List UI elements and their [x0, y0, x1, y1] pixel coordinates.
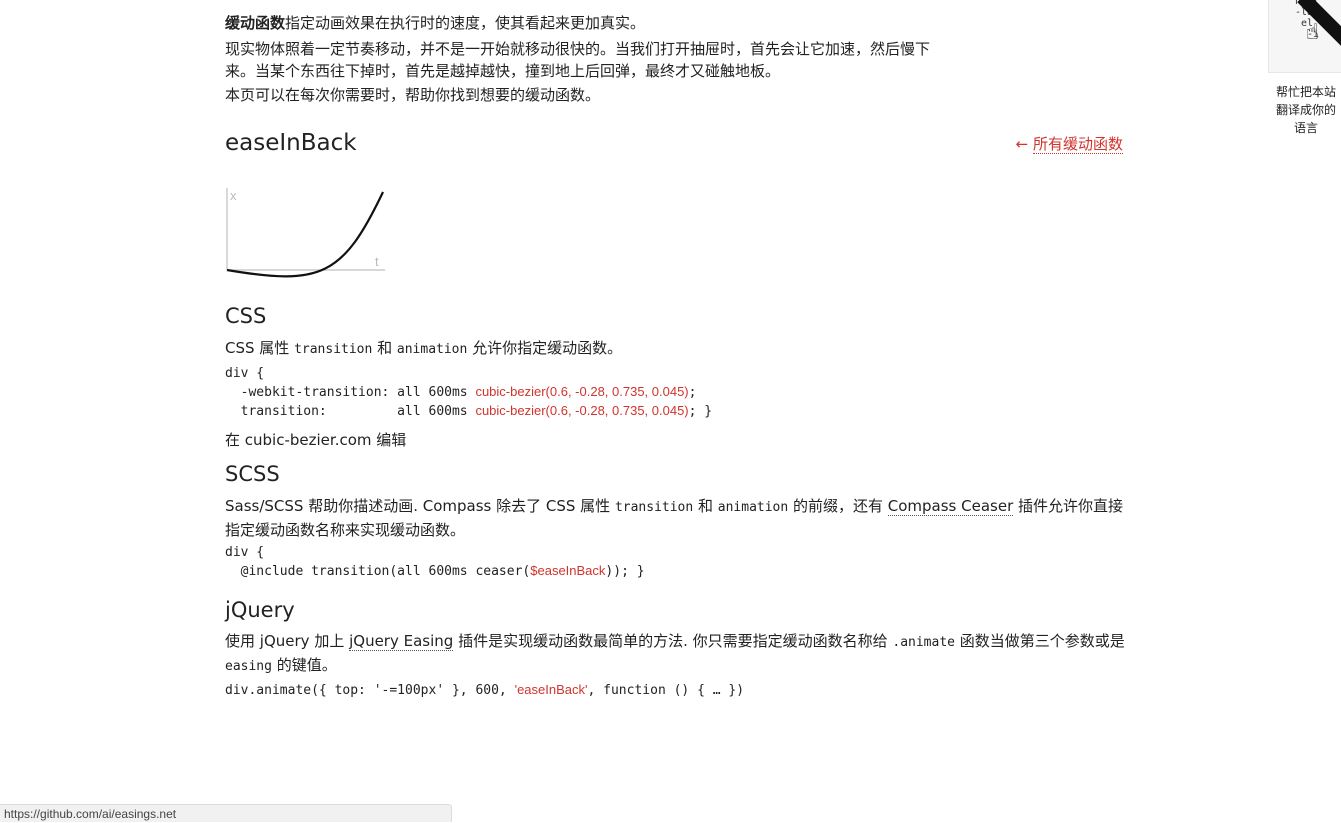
scss-description: Sass/SCSS 帮助你描述动画. Compass 除去了 CSS 属性 tr…: [225, 495, 1125, 541]
intro-line-1: 缓动函数指定动画效果在执行时的速度，使其看起来更加真实。: [225, 12, 1125, 34]
status-bar-url: https://github.com/ai/easings.net: [4, 807, 177, 821]
jquery-description: 使用 jQuery 加上 jQuery Easing 插件是实现缓动函数最简单的…: [225, 630, 1125, 678]
jquery-code-easing-name: 'easeInBack': [514, 682, 588, 697]
graph-t-label: t: [375, 254, 379, 269]
jquery-desc-text-a: 使用: [225, 632, 260, 650]
jquery-code-end: , function () { … }): [587, 683, 745, 698]
scss-code-line-2-end: )); }: [605, 564, 645, 579]
css-edit-text-b: 编辑: [371, 431, 407, 449]
css-code-line-2-end: ;: [688, 385, 697, 400]
cubic-bezier-link[interactable]: cubic-bezier.com: [245, 431, 372, 449]
jquery-desc-text-e: 的键值。: [271, 656, 337, 674]
jquery-code-start: div.animate({ top: '-=100px' }, 600,: [225, 683, 515, 698]
scss-desc-code-transition: transition: [614, 500, 694, 515]
css-code-line-3: transition: all 600ms: [225, 404, 476, 419]
scss-desc-code-animation: animation: [717, 500, 789, 515]
all-easings-link[interactable]: ← 所有缓动函数: [1016, 133, 1123, 154]
scss-desc-text-b: 和: [693, 497, 718, 515]
easing-graph: x t: [226, 188, 385, 278]
jquery-heading: jQuery: [225, 598, 295, 622]
jquery-desc-code-animate: .animate: [892, 635, 955, 650]
translate-ribbon[interactable]: html -lata el -i: [1268, 0, 1341, 73]
css-code-line-1: div {: [225, 366, 265, 381]
css-desc-code-transition: transition: [294, 342, 373, 357]
hand-cursor-icon: ☝: [1305, 20, 1319, 45]
scss-code-block: div { @include transition(all 600ms ceas…: [225, 544, 645, 581]
intro-line-1-text: 指定动画效果在执行时的速度，使其看起来更加真实。: [285, 14, 646, 32]
scss-code-line-2: @include transition(all 600ms ceaser(: [225, 564, 531, 579]
arrow-left-icon: ←: [1015, 135, 1029, 153]
jquery-desc-text-c: 插件是实现缓动函数最简单的方法. 你只需要指定缓动函数名称给: [453, 632, 893, 650]
css-description: CSS 属性 transition 和 animation 允许你指定缓动函数。: [225, 337, 1125, 361]
intro-bold-term: 缓动函数: [225, 14, 286, 32]
jquery-desc-text-d: 函数当做第三个参数或是: [955, 632, 1125, 650]
jquery-desc-text-b: 加上: [309, 632, 350, 650]
intro-line-2: 现实物体照着一定节奏移动，并不是一开始就移动很快的。当我们打开抽屉时，首先会让它…: [225, 40, 931, 80]
css-heading: CSS: [225, 304, 267, 328]
css-code-line-3-end: ; }: [688, 404, 713, 419]
css-desc-text-b: 和: [372, 339, 397, 357]
scss-heading: SCSS: [225, 462, 280, 486]
jquery-desc-code-easing: easing: [225, 659, 272, 674]
css-desc-text-c: 允许你指定缓动函数。: [467, 339, 623, 357]
css-edit-line: 在 cubic-bezier.com 编辑: [225, 429, 1125, 451]
all-easings-label: 所有缓动函数: [1032, 135, 1123, 154]
css-code-bezier-1: cubic-bezier(0.6, -0.28, 0.735, 0.045): [475, 384, 689, 399]
graph-x-label: x: [230, 188, 237, 203]
scss-desc-text-c: 的前缀，还有: [788, 497, 888, 515]
translate-help-text[interactable]: 帮忙把本站翻译成你的语言: [1271, 83, 1341, 137]
page-title: easeInBack: [225, 130, 357, 156]
easing-curve: [226, 191, 384, 278]
scss-code-line-1: div {: [225, 545, 265, 560]
jquery-link[interactable]: jQuery: [260, 632, 310, 650]
css-code-block: div { -webkit-transition: all 600ms cubi…: [225, 365, 712, 421]
status-bar: https://github.com/ai/easings.net: [0, 804, 452, 822]
css-code-bezier-2: cubic-bezier(0.6, -0.28, 0.735, 0.045): [475, 403, 689, 418]
css-edit-text-a: 在: [225, 431, 245, 449]
css-desc-text-a: CSS 属性: [225, 339, 295, 357]
jquery-easing-link[interactable]: jQuery Easing: [349, 632, 454, 651]
scss-desc-text-a: Sass/SCSS 帮助你描述动画. Compass 除去了 CSS 属性: [225, 497, 615, 515]
css-code-line-2: -webkit-transition: all 600ms: [225, 385, 476, 400]
scss-code-variable: $easeInBack: [530, 563, 606, 578]
intro-line-3: 本页可以在每次你需要时，帮助你找到想要的缓动函数。: [225, 86, 601, 104]
jquery-code-block: div.animate({ top: '-=100px' }, 600, 'ea…: [225, 681, 744, 700]
compass-ceaser-link[interactable]: Compass Ceaser: [887, 497, 1014, 516]
css-desc-code-animation: animation: [396, 342, 468, 357]
